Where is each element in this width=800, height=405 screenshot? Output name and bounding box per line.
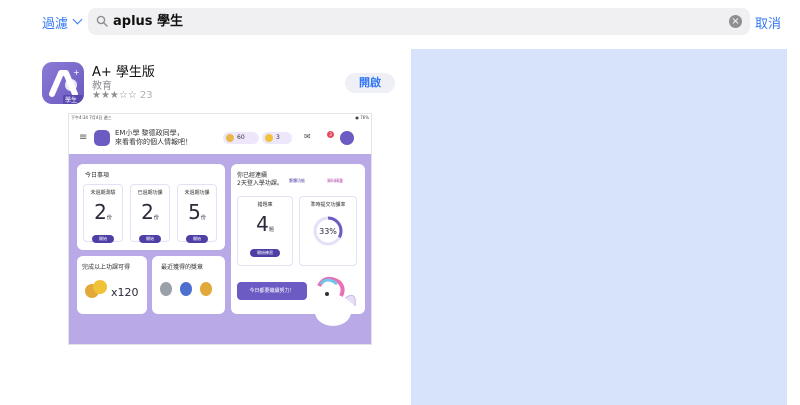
mail-icon: ✉ [304, 132, 311, 141]
today-title: 今日事項 [85, 172, 110, 179]
dashboard-header: ≡ EM小學 黎德政同學， 來看看你的個人情報吧！ 60 3 ✉ 3 [69, 122, 371, 154]
star-rating-icon: ★★★☆☆ [92, 90, 137, 101]
wrong-bank-title: 錯題庫 [257, 202, 273, 208]
task-label: 未過期測驗 [90, 190, 116, 196]
encouragement-bubble: 今日都要繼續努力！ [237, 282, 307, 300]
start-button: 開始 [186, 235, 208, 243]
notification-badge: 3 [327, 131, 334, 138]
silver-medal-icon [160, 282, 172, 296]
medals-title: 最近獲得的獎章 [161, 264, 204, 271]
on-time-ring-icon: 33% [313, 216, 343, 246]
app-rating: ★★★☆☆ 23 [92, 90, 153, 101]
task-count: 2份 [141, 200, 159, 224]
today-panel: 今日事項 未過期測驗 2份 開始 已過期功課 2份 開始 未過期功課 5份 開始 [77, 164, 225, 250]
gold-medal-icon [200, 282, 212, 296]
gem-counter: 3 [262, 132, 292, 144]
coin-count: 60 [237, 134, 245, 141]
unicorn-mascot-icon [315, 276, 356, 326]
app-icon[interactable]: + 學生版 [42, 62, 84, 104]
blue-medal-icon [180, 282, 192, 296]
menu-icon: ≡ [79, 132, 88, 143]
tag-traditional: 繁體功能 [289, 178, 305, 183]
search-query[interactable]: aplus 學生 [113, 13, 183, 30]
filter-label: 過濾 [42, 16, 69, 32]
filter-dropdown[interactable]: 過濾 [42, 12, 83, 32]
app-icon-tag: 學生版 [63, 95, 84, 104]
coin-icon [226, 134, 234, 142]
gem-icon [265, 134, 273, 142]
streak-text: 2天登入學功課。 [237, 180, 283, 187]
dashboard-body: 今日事項 未過期測驗 2份 開始 已過期功課 2份 開始 未過期功課 5份 開始… [69, 154, 371, 344]
status-time: 下午4:34 7月4日 週三 [71, 115, 112, 120]
tag-data-spirit: 資料精靈 [327, 178, 343, 183]
task-count: 2份 [94, 200, 112, 224]
reward-amount: x120 [111, 286, 139, 299]
screenshot-preview[interactable] [411, 49, 787, 405]
coin-stack-icon [93, 280, 107, 294]
greeting-line-2: 來看看你的個人情報吧！ [115, 138, 192, 146]
rating-count: 23 [139, 90, 153, 101]
on-time-card: 準時提交功課率 33% [299, 196, 357, 266]
reward-title: 完成以上功課可得 [82, 264, 131, 271]
battery-status: ● 76% [355, 115, 369, 120]
chevron-down-icon [72, 14, 83, 25]
app-logo-icon [94, 130, 110, 146]
task-column: 未過期測驗 2份 開始 [83, 184, 123, 243]
task-count: 5份 [188, 200, 206, 224]
avatar [340, 131, 354, 145]
greeting-line-1: EM小學 黎德政同學， [115, 129, 184, 137]
medals-panel: 最近獲得的獎章 [152, 256, 225, 314]
gem-count: 3 [276, 134, 280, 141]
open-app-button[interactable]: 開啟 [345, 73, 395, 93]
wrong-bank-card: 錯題庫 4題 開始練習 [237, 196, 293, 266]
task-label: 未過期功課 [184, 190, 210, 196]
svg-text:+: + [73, 68, 80, 77]
start-button: 開始 [139, 235, 161, 243]
cancel-button[interactable]: 取消 [755, 13, 781, 32]
search-bar: 過濾 aplus 學生 × 取消 [0, 0, 800, 42]
task-label: 已過期功課 [137, 190, 163, 196]
search-input[interactable]: aplus 學生 × [88, 8, 750, 35]
task-column: 已過期功課 2份 開始 [130, 184, 170, 243]
app-screenshot[interactable]: 下午4:34 7月4日 週三 ● 76% ≡ EM小學 黎德政同學， 來看看你的… [68, 113, 372, 345]
status-bar: 下午4:34 7月4日 週三 ● 76% [71, 115, 371, 121]
search-icon [96, 15, 108, 27]
reward-panel: 完成以上功課可得 x120 [77, 256, 147, 314]
task-column: 未過期功課 5份 開始 [177, 184, 217, 243]
wrong-bank-count: 4題 [256, 212, 274, 236]
clear-icon[interactable]: × [729, 15, 742, 28]
coin-counter: 60 [223, 132, 259, 144]
greeting: EM小學 黎德政同學， 來看看你的個人情報吧！ [115, 129, 192, 147]
on-time-title: 準時提交功課率 [310, 202, 346, 208]
on-time-rate: 33% [319, 227, 337, 236]
start-button: 開始 [92, 235, 114, 243]
practice-button: 開始練習 [250, 249, 280, 257]
